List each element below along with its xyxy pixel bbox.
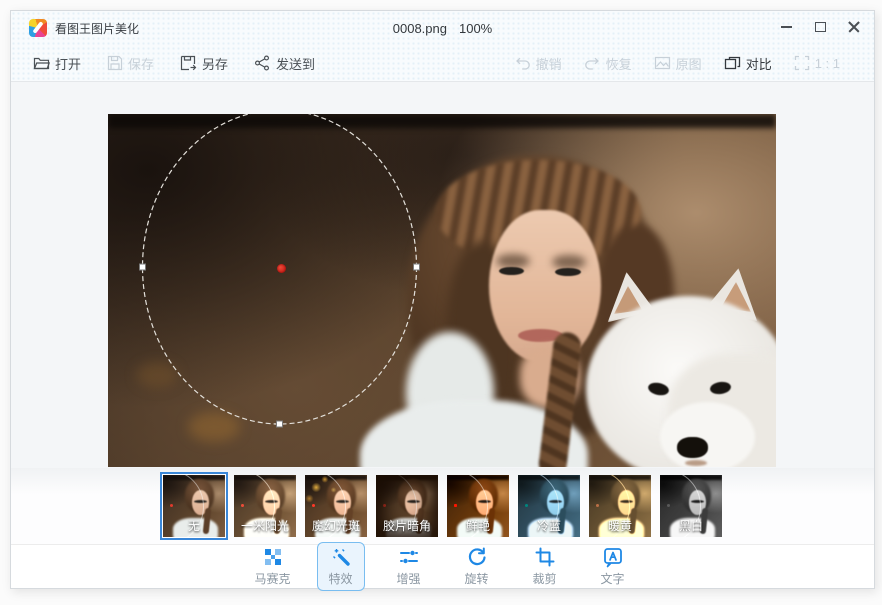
filter-thumb-none[interactable]: 无 bbox=[160, 472, 228, 540]
photo-canvas[interactable] bbox=[108, 114, 776, 467]
bottom-toolbar: 马赛克 特效 增强 旋转 裁剪 文字 bbox=[11, 544, 874, 588]
filter-preview bbox=[163, 475, 225, 537]
redo-label: 恢复 bbox=[606, 54, 632, 73]
filter-thumb-warm-yellow[interactable]: 暖黄 bbox=[586, 472, 654, 540]
mosaic-icon bbox=[262, 546, 284, 568]
document-title: 0008.png 100% bbox=[11, 11, 874, 45]
undo-button[interactable]: 撤销 bbox=[514, 54, 562, 73]
titlebar: 看图王图片美化 0008.png 100% bbox=[11, 11, 874, 45]
send-to-button[interactable]: 发送到 bbox=[254, 54, 315, 73]
filter-preview bbox=[447, 475, 509, 537]
filter-preview bbox=[589, 475, 651, 537]
crop-icon bbox=[534, 546, 556, 568]
rotate-icon bbox=[466, 546, 488, 568]
zoom-level: 100% bbox=[459, 21, 492, 36]
one-to-one-label: 1 : 1 bbox=[815, 56, 840, 71]
filter-thumb-vignette[interactable]: 胶片暗角 bbox=[373, 472, 441, 540]
open-button[interactable]: 打开 bbox=[33, 54, 81, 73]
text-icon bbox=[602, 546, 624, 568]
close-button[interactable] bbox=[842, 15, 866, 39]
filter-preview bbox=[518, 475, 580, 537]
compare-button[interactable]: 对比 bbox=[724, 54, 772, 73]
app-window: 看图王图片美化 0008.png 100% 打开 保存 bbox=[10, 10, 875, 589]
tool-enhance[interactable]: 增强 bbox=[385, 542, 433, 591]
tool-text[interactable]: 文字 bbox=[589, 542, 637, 591]
tool-rotate[interactable]: 旋转 bbox=[453, 542, 501, 591]
open-label: 打开 bbox=[55, 54, 81, 73]
photo-top-shadow bbox=[108, 114, 776, 128]
woman-brow bbox=[552, 255, 586, 269]
canvas-workspace bbox=[11, 82, 874, 468]
magic-wand-icon bbox=[330, 546, 352, 568]
compare-icon bbox=[724, 55, 741, 71]
undo-icon bbox=[514, 55, 531, 71]
woman-brow bbox=[496, 254, 530, 268]
dog-nose bbox=[677, 437, 708, 458]
tool-label: 文字 bbox=[600, 570, 624, 587]
share-icon bbox=[254, 55, 271, 71]
filter-thumb-cold-blue[interactable]: 冷蓝 bbox=[515, 472, 583, 540]
redo-icon bbox=[584, 55, 601, 71]
photo-leaf-blur bbox=[188, 412, 240, 442]
save-button[interactable]: 保存 bbox=[107, 54, 154, 73]
save-as-button[interactable]: 另存 bbox=[180, 54, 228, 73]
tool-label: 裁剪 bbox=[532, 570, 556, 587]
window-controls bbox=[774, 15, 866, 39]
filter-preview bbox=[376, 475, 438, 537]
selection-center-point[interactable] bbox=[277, 264, 286, 273]
tool-effects[interactable]: 特效 bbox=[317, 542, 365, 591]
document-name: 0008.png bbox=[393, 21, 447, 36]
close-icon bbox=[848, 21, 860, 33]
filter-preview bbox=[305, 475, 367, 537]
filter-thumb-sunshine[interactable]: 一米阳光 bbox=[231, 472, 299, 540]
filter-thumb-black-white[interactable]: 黑白 bbox=[657, 472, 725, 540]
tool-label: 马赛克 bbox=[254, 570, 290, 587]
minimize-icon bbox=[781, 26, 792, 28]
tool-label: 增强 bbox=[396, 570, 420, 587]
one-to-one-button[interactable]: 1 : 1 bbox=[794, 55, 840, 71]
folder-open-icon bbox=[33, 55, 50, 71]
header: 看图王图片美化 0008.png 100% 打开 保存 bbox=[11, 11, 874, 82]
tool-mosaic[interactable]: 马赛克 bbox=[249, 542, 297, 591]
compare-label: 对比 bbox=[746, 54, 772, 73]
sliders-icon bbox=[398, 546, 420, 568]
main-toolbar: 打开 保存 另存 发送到 撤销 bbox=[11, 45, 874, 81]
tool-crop[interactable]: 裁剪 bbox=[521, 542, 569, 591]
original-label: 原图 bbox=[676, 54, 702, 73]
image-icon bbox=[654, 55, 671, 71]
filter-thumb-vivid[interactable]: 鲜艳 bbox=[444, 472, 512, 540]
redo-button[interactable]: 恢复 bbox=[584, 54, 632, 73]
save-as-label: 另存 bbox=[202, 54, 228, 73]
send-to-label: 发送到 bbox=[276, 54, 315, 73]
original-image-button[interactable]: 原图 bbox=[654, 54, 702, 73]
woman-eye bbox=[499, 267, 524, 275]
filter-thumb-magic-bokeh[interactable]: 魔幻光斑 bbox=[302, 472, 370, 540]
tool-label: 旋转 bbox=[464, 570, 488, 587]
undo-label: 撤销 bbox=[536, 54, 562, 73]
save-label: 保存 bbox=[128, 54, 154, 73]
maximize-button[interactable] bbox=[808, 15, 832, 39]
toolbar-left-group: 打开 保存 另存 发送到 bbox=[33, 54, 315, 73]
one-to-one-icon bbox=[794, 55, 810, 71]
app-title: 看图王图片美化 bbox=[55, 20, 139, 37]
maximize-icon bbox=[815, 22, 826, 32]
dog-mouth bbox=[685, 460, 707, 466]
dog-muzzle bbox=[660, 402, 755, 467]
toolbar-right-group: 撤销 恢复 原图 对比 1 : 1 bbox=[514, 54, 840, 73]
app-logo-icon bbox=[29, 19, 47, 37]
minimize-button[interactable] bbox=[774, 15, 798, 39]
save-icon bbox=[107, 55, 123, 71]
save-as-icon bbox=[180, 55, 197, 71]
woman-eye bbox=[555, 268, 581, 276]
filter-strip: 无 一米阳光 魔幻光斑 胶片暗角 bbox=[11, 468, 874, 544]
filter-preview bbox=[234, 475, 296, 537]
tool-label: 特效 bbox=[328, 570, 352, 587]
photo-leaf-blur bbox=[136, 362, 178, 388]
filter-preview bbox=[660, 475, 722, 537]
